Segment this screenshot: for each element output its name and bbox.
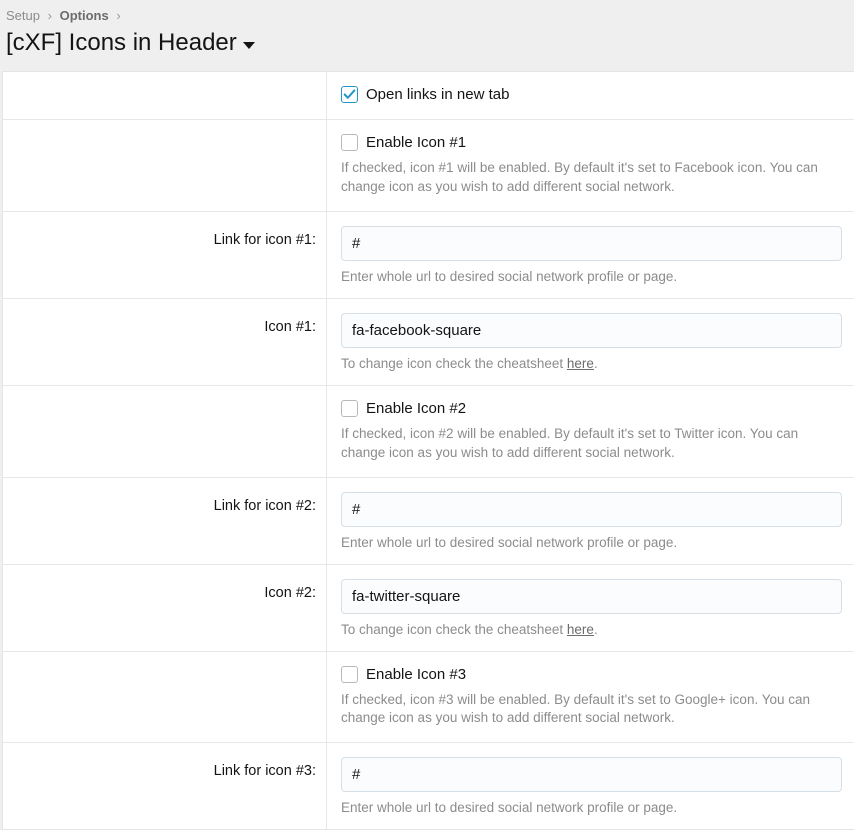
breadcrumb-options[interactable]: Options [60,8,109,23]
enable-icon-3-label: Enable Icon #3 [366,666,466,683]
enable-icon-3-option[interactable]: Enable Icon #3 [341,666,842,683]
icon-1-hint: To change icon check the cheatsheet here… [341,356,842,371]
icon-2-label: Icon #2: [3,565,327,651]
page-title[interactable]: [cXF] Icons in Header [0,27,854,71]
checkbox-icon[interactable] [341,134,358,151]
checkbox-icon[interactable] [341,400,358,417]
breadcrumb-setup[interactable]: Setup [6,8,40,23]
link-icon-2-input[interactable] [341,492,842,527]
link-icon-3-label: Link for icon #3: [3,743,327,829]
link-icon-1-label: Link for icon #1: [3,212,327,298]
enable-icon-3-desc: If checked, icon #3 will be enabled. By … [341,691,842,729]
chevron-right-icon: › [48,8,52,23]
link-icon-1-hint: Enter whole url to desired social networ… [341,269,842,284]
link-icon-3-hint: Enter whole url to desired social networ… [341,800,842,815]
page-title-text: [cXF] Icons in Header [6,29,237,57]
checkbox-icon[interactable] [341,86,358,103]
open-links-new-tab-label: Open links in new tab [366,86,509,103]
enable-icon-1-label: Enable Icon #1 [366,134,466,151]
link-icon-2-hint: Enter whole url to desired social networ… [341,535,842,550]
open-links-new-tab-option[interactable]: Open links in new tab [341,86,842,103]
chevron-right-icon: › [116,8,120,23]
cheatsheet-link[interactable]: here [567,356,594,371]
enable-icon-2-desc: If checked, icon #2 will be enabled. By … [341,425,842,463]
icon-1-input[interactable] [341,313,842,348]
options-panel: Open links in new tab Enable Icon #1 If … [2,71,854,830]
breadcrumb: Setup › Options › [0,0,854,27]
caret-down-icon [243,42,255,49]
enable-icon-1-desc: If checked, icon #1 will be enabled. By … [341,159,842,197]
enable-icon-2-option[interactable]: Enable Icon #2 [341,400,842,417]
icon-2-input[interactable] [341,579,842,614]
icon-1-label: Icon #1: [3,299,327,385]
link-icon-1-input[interactable] [341,226,842,261]
checkbox-icon[interactable] [341,666,358,683]
icon-2-hint: To change icon check the cheatsheet here… [341,622,842,637]
link-icon-3-input[interactable] [341,757,842,792]
enable-icon-1-option[interactable]: Enable Icon #1 [341,134,842,151]
enable-icon-2-label: Enable Icon #2 [366,400,466,417]
cheatsheet-link[interactable]: here [567,622,594,637]
link-icon-2-label: Link for icon #2: [3,478,327,564]
